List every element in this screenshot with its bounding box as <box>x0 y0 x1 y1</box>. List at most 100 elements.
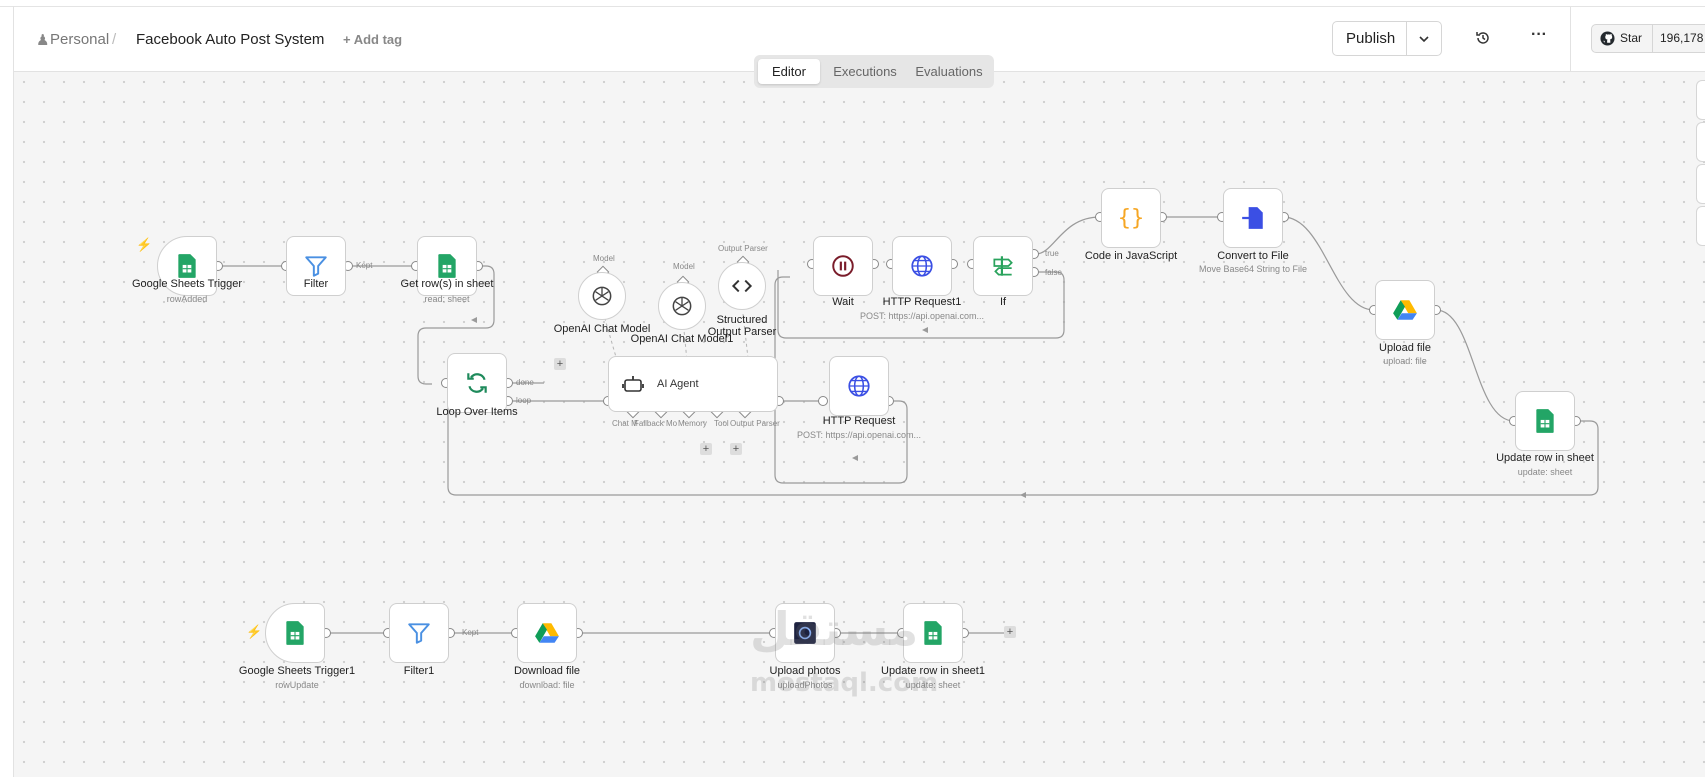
code-brackets-icon <box>731 279 753 293</box>
node-subtitle: download: file <box>519 680 575 690</box>
watermark-arabic: مستقل <box>750 602 919 656</box>
google-sheets-icon <box>178 254 196 278</box>
filter1-node[interactable] <box>389 603 449 663</box>
download-file-node[interactable] <box>517 603 577 663</box>
tab-evaluations[interactable]: Evaluations <box>908 59 990 84</box>
publish-button[interactable]: Publish <box>1346 30 1395 47</box>
google-drive-icon <box>535 623 559 643</box>
node-label: Loop Over Items <box>436 406 518 418</box>
port-label: Output Parser <box>730 419 780 428</box>
connection-port <box>818 396 828 406</box>
node-label: HTTP Request <box>822 415 896 427</box>
edge-label: true <box>1045 249 1059 258</box>
edge-label: false <box>1045 268 1062 277</box>
publish-split-button: Publish <box>1332 21 1442 56</box>
node-subtitle: upload: file <box>1383 356 1427 366</box>
ai-agent-node[interactable]: AI Agent <box>608 356 778 412</box>
upload-file-node[interactable] <box>1375 280 1435 340</box>
globe-icon <box>911 255 933 277</box>
node-subtitle: update: sheet <box>1517 467 1573 477</box>
node-label: Filter <box>303 278 329 290</box>
node-label: Download file <box>513 665 581 677</box>
openai-icon <box>672 296 692 316</box>
google-sheets-icon <box>438 254 456 278</box>
node-label: Update row in sheet <box>1496 452 1594 464</box>
user-icon: ♟ <box>36 32 50 49</box>
globe-icon <box>848 375 870 397</box>
update-row-node[interactable] <box>1515 391 1575 451</box>
node-subtitle: read: sheet <box>424 294 470 304</box>
structured-output-parser-node[interactable] <box>718 262 766 310</box>
search-toolbar-button[interactable] <box>1696 122 1705 162</box>
node-label: Code in JavaScript <box>1084 250 1178 262</box>
http-request1-node[interactable] <box>892 236 952 296</box>
curly-braces-icon: {} <box>1117 205 1145 231</box>
node-subtitle: rowUpdate <box>275 680 319 690</box>
openai-chat-model1-node[interactable] <box>658 282 706 330</box>
wait-node[interactable] <box>813 236 873 296</box>
more-options-button[interactable]: ··· <box>1531 26 1547 44</box>
node-subtitle: Move Base64 String to File <box>1198 264 1308 274</box>
add-node-button[interactable]: + <box>1004 626 1016 638</box>
tab-executions[interactable]: Executions <box>824 59 906 84</box>
trigger-bolt-icon: ⚡ <box>246 624 263 639</box>
edge-label: Kept <box>356 261 373 270</box>
github-star-widget[interactable]: Star 196,178 <box>1591 24 1705 53</box>
port-label: Tool <box>714 419 729 428</box>
port-label: Fallback Mo <box>634 419 678 428</box>
breadcrumb-project[interactable]: Personal <box>50 31 109 48</box>
convert-to-file-node[interactable] <box>1223 188 1283 248</box>
left-edge <box>13 6 14 777</box>
google-sheets-trigger1-node[interactable] <box>265 603 325 663</box>
divider <box>1652 25 1653 52</box>
add-memory-button[interactable]: + <box>700 443 712 455</box>
divider <box>1570 7 1571 71</box>
trigger-bolt-icon: ⚡ <box>136 237 153 252</box>
node-subtitle: POST: https://api.openai.com... <box>859 311 985 321</box>
node-label: Google Sheets Trigger1 <box>238 665 356 677</box>
google-drive-icon <box>1393 300 1417 320</box>
tab-editor[interactable]: Editor <box>758 59 820 84</box>
google-sheets-icon <box>1536 409 1554 433</box>
port-label: Model <box>593 254 615 263</box>
robot-icon <box>622 376 644 392</box>
node-label: Convert to File <box>1217 250 1289 262</box>
node-label: HTTP Request1 <box>882 296 962 308</box>
edge-label: Kept <box>462 628 479 637</box>
node-subtitle: rowAdded <box>166 294 208 304</box>
funnel-icon <box>305 256 327 277</box>
workflow-canvas[interactable]: ⚡ Google Sheets Trigger rowAdded Filter … <box>14 72 1705 777</box>
add-tag-button[interactable]: + Add tag <box>343 32 402 47</box>
add-node-toolbar-button[interactable]: + <box>1696 80 1705 120</box>
add-node-button[interactable]: + <box>554 358 566 370</box>
edge-label: loop <box>516 396 532 405</box>
view-tabs: Editor Executions Evaluations <box>754 55 994 88</box>
node-label: Upload file <box>1379 342 1431 354</box>
node-label: Google Sheets Trigger <box>131 278 243 290</box>
sticky-note-toolbar-button[interactable] <box>1696 164 1705 204</box>
openai-chat-model-node[interactable] <box>578 272 626 320</box>
pause-icon <box>832 255 854 277</box>
watermark-latin: mostaql.com <box>750 668 939 698</box>
top-strip <box>0 0 1705 7</box>
node-label: Filter1 <box>403 665 435 677</box>
loop-over-items-node[interactable] <box>447 353 507 413</box>
google-sheets-icon <box>924 621 942 645</box>
node-subtitle: POST: https://api.openai.com... <box>796 430 922 440</box>
port-label: Memory <box>678 419 707 428</box>
code-node[interactable]: {} <box>1101 188 1161 248</box>
add-tool-button[interactable]: + <box>730 443 742 455</box>
funnel-icon <box>408 623 430 644</box>
workflow-title[interactable]: Facebook Auto Post System <box>136 31 324 48</box>
divider <box>1406 22 1407 55</box>
node-label: Structured Output Parser <box>707 314 777 338</box>
chevron-down-icon[interactable] <box>1418 33 1430 45</box>
if-node[interactable] <box>973 236 1033 296</box>
node-label: If <box>999 296 1007 308</box>
panel-toolbar-button[interactable] <box>1696 206 1705 246</box>
history-icon[interactable] <box>1475 30 1491 46</box>
node-label: Wait <box>832 296 854 308</box>
github-icon <box>1600 31 1615 46</box>
http-request-node[interactable] <box>829 356 889 416</box>
breadcrumb-separator: / <box>112 31 117 48</box>
